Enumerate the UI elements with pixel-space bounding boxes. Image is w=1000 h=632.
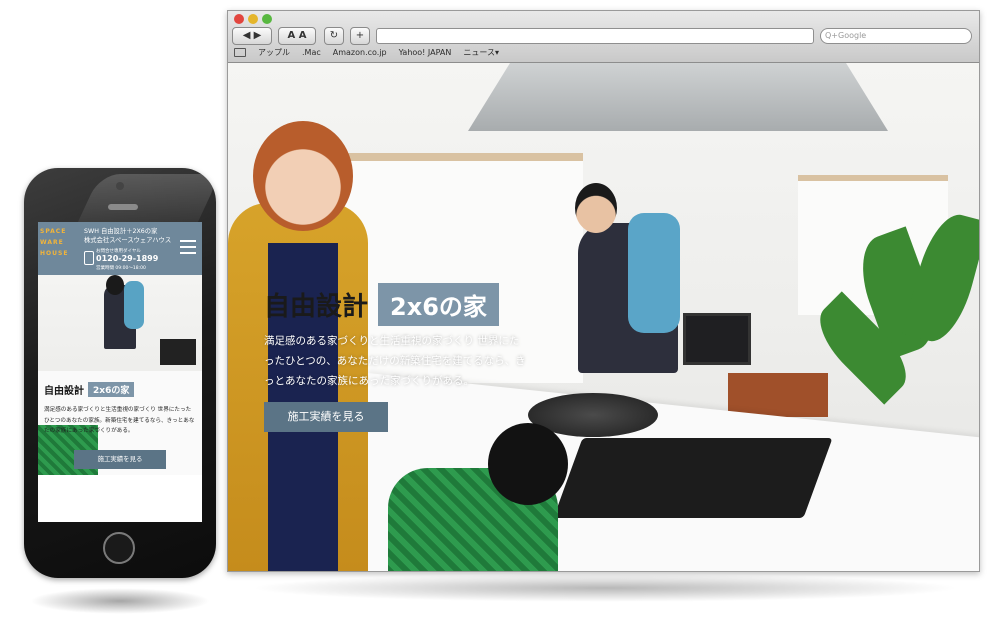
boy-head: [488, 423, 568, 505]
mobile-works-button[interactable]: 施工実績を見る: [74, 450, 166, 469]
phone-shadow: [30, 588, 210, 614]
phone-screen: SPACE WARE HOUSE SWH 自由設計＋2X6の家 株式会社スペース…: [38, 222, 202, 522]
logo-line: HOUSE: [40, 250, 69, 257]
bookmark-item[interactable]: ニュース▾: [463, 47, 499, 58]
bookmarks-bar: アップル .Mac Amazon.co.jp Yahoo! JAPAN ニュース…: [234, 47, 499, 58]
bookmark-item[interactable]: .Mac: [302, 48, 321, 57]
add-bookmark-icon[interactable]: +: [350, 27, 370, 45]
address-bar[interactable]: [376, 28, 814, 44]
mobile-header: SPACE WARE HOUSE SWH 自由設計＋2X6の家 株式会社スペース…: [38, 222, 202, 275]
phone-icon: [84, 251, 94, 265]
camera-icon: [116, 182, 124, 190]
text-size-button[interactable]: A A: [278, 27, 316, 45]
toddler-figure: [124, 281, 144, 329]
company-name: 株式会社スペースウェアハウス: [84, 237, 172, 244]
home-button[interactable]: [103, 532, 135, 564]
browser-shadow: [250, 574, 960, 602]
search-input[interactable]: Q+Google: [820, 28, 972, 44]
mobile-hero-photo: [38, 275, 202, 475]
browser-toolbar: ◀ ▶ A A ↻ + Q+Google アップル .Mac Amazon.co…: [228, 11, 979, 63]
logo-line: SPACE: [40, 228, 67, 235]
television: [683, 313, 751, 365]
hero-title-highlight: 2x6の家: [378, 283, 499, 326]
father-head: [106, 275, 124, 295]
company-logo[interactable]: SPACE WARE HOUSE: [40, 226, 80, 271]
bookmarks-book-icon[interactable]: [234, 48, 246, 57]
induction-stove: [553, 438, 833, 518]
television: [160, 339, 196, 365]
mobile-title-highlight: 2x6の家: [88, 382, 135, 397]
hero-title-main: 自由設計: [264, 292, 369, 322]
brand-line: SWH 自由設計＋2X6の家: [84, 228, 158, 235]
bookmark-item[interactable]: アップル: [258, 47, 290, 58]
father-head: [575, 183, 617, 233]
mobile-hero-copy: 満足感のある家づくりと生活重視の家づくり 世界にたったひとつのあなたの家族。新築…: [44, 407, 195, 434]
minimize-window-icon[interactable]: [248, 14, 258, 24]
hero-section: 自由設計 2x6の家 満足感のある家づくりと生活重視の家づくり 世界にたったひと…: [228, 63, 979, 571]
reload-icon[interactable]: ↻: [324, 27, 344, 45]
bookmark-item[interactable]: Amazon.co.jp: [333, 48, 387, 57]
hero-copy: 満足感のある家づくりと生活重視の家づくり 世界にたったひとつの、あなただけの新築…: [264, 335, 526, 387]
mobile-hero-title: 自由設計 2x6の家: [44, 382, 135, 397]
toddler-figure: [628, 213, 680, 333]
tv-cabinet: [728, 373, 828, 417]
bookmark-item[interactable]: Yahoo! JAPAN: [399, 48, 452, 57]
business-hours: 営業時間 09:00〜18:00: [96, 266, 146, 271]
hamburger-menu-icon[interactable]: [180, 240, 196, 254]
hero-title: 自由設計 2x6の家: [264, 283, 499, 326]
works-button[interactable]: 施工実績を見る: [264, 402, 388, 432]
back-forward-button[interactable]: ◀ ▶: [232, 27, 272, 45]
mother-head: [253, 121, 353, 231]
brand-text: SWH 自由設計＋2X6の家 株式会社スペースウェアハウス: [84, 227, 180, 245]
browser-window: ◀ ▶ A A ↻ + Q+Google アップル .Mac Amazon.co…: [227, 10, 980, 572]
zoom-window-icon[interactable]: [262, 14, 272, 24]
logo-line: WARE: [40, 239, 64, 246]
close-window-icon[interactable]: [234, 14, 244, 24]
smartphone-mockup: SPACE WARE HOUSE SWH 自由設計＋2X6の家 株式会社スペース…: [24, 168, 221, 578]
speaker-slot: [108, 204, 138, 210]
tel-number[interactable]: 0120-29-1899: [96, 254, 158, 263]
range-hood: [468, 63, 888, 131]
mobile-title-main: 自由設計: [44, 386, 84, 397]
